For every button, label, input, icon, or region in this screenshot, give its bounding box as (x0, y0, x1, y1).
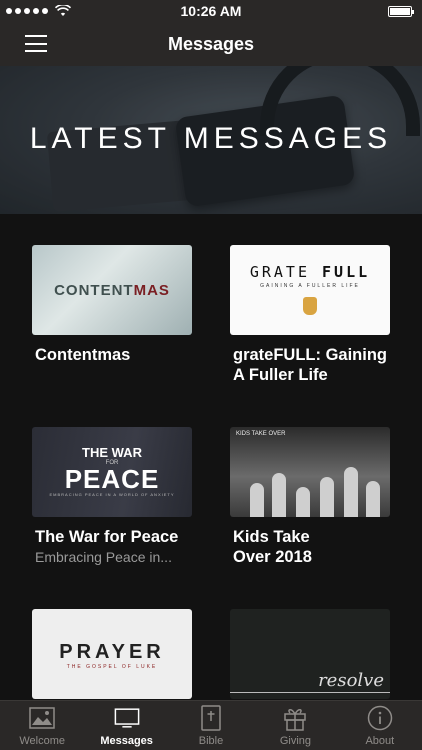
monitor-icon (114, 705, 140, 731)
tab-giving[interactable]: Giving (253, 701, 337, 750)
tab-about[interactable]: About (338, 701, 422, 750)
tab-label: Welcome (19, 735, 66, 747)
message-card[interactable]: resolve (230, 609, 390, 699)
tab-welcome[interactable]: Welcome (0, 701, 84, 750)
message-thumbnail[interactable]: KIDS TAKE OVER (230, 427, 390, 517)
message-grid: CONTENTMAS Contentmas GRATE FULL GAINING… (0, 214, 422, 700)
battery-icon (388, 5, 414, 17)
message-title: The War for Peace (35, 528, 179, 546)
message-card[interactable]: KIDS TAKE OVER Kids Take Over 2018 (230, 427, 390, 567)
message-thumbnail[interactable]: resolve (230, 609, 390, 699)
nav-bar: Messages (0, 22, 422, 66)
bible-icon (198, 705, 224, 731)
message-card[interactable]: CONTENTMAS Contentmas (32, 245, 192, 365)
image-icon (29, 705, 55, 731)
status-bar: 10:26 AM (0, 0, 422, 22)
message-thumbnail[interactable]: PRAYER THE GOSPEL OF LUKE (32, 609, 192, 699)
message-title: Kids Take Over 2018 (233, 528, 312, 566)
message-title: grateFULL: Gaining A Fuller Life (233, 346, 387, 384)
gift-icon (282, 705, 308, 731)
menu-icon[interactable] (25, 35, 47, 52)
message-thumbnail[interactable]: THE WAR FOR PEACE EMBRACING PEACE IN A W… (32, 427, 192, 517)
message-thumbnail[interactable]: CONTENTMAS (32, 245, 192, 335)
info-icon (367, 705, 393, 731)
tab-bar: Welcome Messages Bible Giving About (0, 700, 422, 750)
hero-title: LATEST MESSAGES (29, 122, 393, 155)
page-title: Messages (167, 33, 255, 54)
tab-messages[interactable]: Messages (84, 701, 168, 750)
tab-label: Giving (279, 735, 312, 747)
tab-label: Messages (100, 735, 153, 747)
tab-bible[interactable]: Bible (169, 701, 253, 750)
popcorn-graphic (303, 297, 317, 315)
hero-banner: LATEST MESSAGES (0, 66, 422, 214)
message-thumbnail[interactable]: GRATE FULL GAINING A FULLER LIFE (230, 245, 390, 335)
message-card[interactable]: GRATE FULL GAINING A FULLER LIFE grateFU… (230, 245, 390, 385)
message-card[interactable]: PRAYER THE GOSPEL OF LUKE (32, 609, 192, 699)
tab-label: About (365, 735, 395, 747)
message-subtitle: Embracing Peace in... (35, 549, 172, 565)
message-card[interactable]: THE WAR FOR PEACE EMBRACING PEACE IN A W… (32, 427, 192, 565)
message-title: Contentmas (35, 346, 131, 364)
status-time: 10:26 AM (180, 3, 242, 19)
tab-label: Bible (198, 735, 224, 747)
